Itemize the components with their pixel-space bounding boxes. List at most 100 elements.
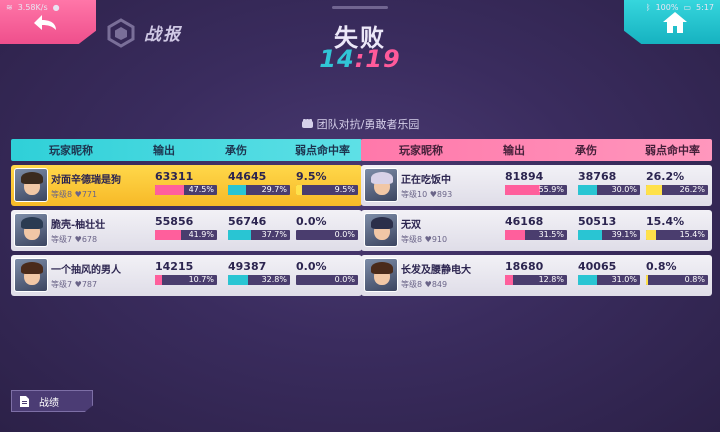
col-damage-taken: 承伤 (575, 144, 597, 157)
team-right-table: 玩家昵称 输出 承伤 弱点命中率 正在吃饭中 等级10 ♥893 81894 5 (361, 139, 712, 296)
battery-level: 100% (655, 2, 679, 12)
player-name: 无双 (401, 220, 421, 231)
shield-power-icon: ♥ (74, 280, 82, 289)
player-level: 等级10 ♥893 (401, 190, 453, 199)
stat-damage-taken: 44645 29.7% (228, 170, 296, 195)
player-avatar[interactable] (364, 258, 398, 292)
player-level: 等级8 ♥771 (51, 190, 98, 199)
stat-output: 81894 55.9% (505, 170, 573, 195)
stat-damage-taken: 49387 32.8% (228, 260, 296, 285)
player-info: 正在吃饭中 等级10 ♥893 (401, 171, 505, 200)
stat-damage-taken: 56746 37.7% (228, 215, 296, 240)
output-bar: 55.9% (505, 185, 567, 195)
damage-taken-bar: 39.1% (578, 230, 640, 240)
player-name: 脆壳-柚壮壮 (51, 220, 106, 231)
player-info: 长发及腰静电大 等级8 ♥849 (401, 261, 505, 290)
damage-taken-bar: 29.7% (228, 185, 290, 195)
stat-output: 55856 41.9% (155, 215, 223, 240)
player-row[interactable]: 长发及腰静电大 等级8 ♥849 18680 12.8% 40065 31.0% (361, 255, 712, 296)
output-bar: 12.8% (505, 275, 567, 285)
match-timer: 14:19 (319, 45, 401, 73)
player-level: 等级7 ♥787 (51, 280, 98, 289)
player-row[interactable]: 正在吃饭中 等级10 ♥893 81894 55.9% 38768 30.0% (361, 165, 712, 206)
col-player-name: 玩家昵称 (49, 144, 93, 157)
stat-damage-taken: 50513 39.1% (578, 215, 646, 240)
player-name: 长发及腰静电大 (401, 265, 471, 276)
weakpoint-bar: 0.8% (646, 275, 708, 285)
avatar-hair (371, 217, 393, 229)
col-output: 输出 (503, 144, 525, 157)
player-row[interactable]: 脆壳-柚壮壮 等级7 ♥678 55856 41.9% 56746 37.7% (11, 210, 362, 251)
stat-damage-taken: 38768 30.0% (578, 170, 646, 195)
battle-record-button[interactable]: 战绩 (11, 390, 93, 412)
damage-taken-bar: 31.0% (578, 275, 640, 285)
output-bar: 31.5% (505, 230, 567, 240)
damage-taken-bar: 30.0% (578, 185, 640, 195)
player-level: 等级8 ♥910 (401, 235, 448, 244)
battle-record-label: 战绩 (39, 397, 59, 409)
game-mode-label: 团队对抗/勇敢者乐园 (316, 118, 420, 131)
player-name: 对面辛德瑞是狗 (51, 175, 121, 186)
output-bar: 41.9% (155, 230, 217, 240)
player-name: 正在吃饭中 (401, 175, 451, 186)
output-bar: 10.7% (155, 275, 217, 285)
notification-icon: ● (52, 2, 60, 12)
shield-power-icon: ♥ (424, 235, 432, 244)
player-row[interactable]: 对面辛德瑞是狗 等级8 ♥771 63311 47.5% 44645 29.7% (11, 165, 362, 206)
player-avatar[interactable] (14, 258, 48, 292)
player-avatar[interactable] (14, 168, 48, 202)
col-weakpoint-rate: 弱点命中率 (645, 144, 700, 157)
avatar-hair (371, 262, 393, 274)
player-avatar[interactable] (14, 213, 48, 247)
page-title: 战报 (144, 25, 182, 45)
col-player-name: 玩家昵称 (399, 144, 443, 157)
document-icon (20, 395, 29, 407)
stat-weakpoint-rate: 0.0% 0.0% (296, 260, 364, 285)
avatar-hair (21, 172, 43, 184)
col-damage-taken: 承伤 (225, 144, 247, 157)
weakpoint-bar: 26.2% (646, 185, 708, 195)
shield-power-icon: ♥ (74, 190, 82, 199)
output-bar: 47.5% (155, 185, 217, 195)
table-header: 玩家昵称 输出 承伤 弱点命中率 (361, 139, 712, 161)
avatar-hair (371, 172, 393, 184)
col-weakpoint-rate: 弱点命中率 (295, 144, 350, 157)
stat-weakpoint-rate: 15.4% 15.4% (646, 215, 714, 240)
battery-icon: ▭ (683, 2, 692, 12)
damage-taken-bar: 37.7% (228, 230, 290, 240)
player-name: 一个抽风的男人 (51, 265, 121, 276)
player-info: 一个抽风的男人 等级7 ♥787 (51, 261, 155, 290)
player-row[interactable]: 无双 等级8 ♥910 46168 31.5% 50513 39.1% 15.4… (361, 210, 712, 251)
player-level: 等级7 ♥678 (51, 235, 98, 244)
player-avatar[interactable] (364, 213, 398, 247)
team-left-table: 玩家昵称 输出 承伤 弱点命中率 对面辛德瑞是狗 等级8 ♥771 63311 (11, 139, 362, 296)
stat-weakpoint-rate: 0.8% 0.8% (646, 260, 714, 285)
table-header: 玩家昵称 输出 承伤 弱点命中率 (11, 139, 362, 161)
shield-power-icon: ♥ (424, 280, 432, 289)
weakpoint-bar: 15.4% (646, 230, 708, 240)
stat-weakpoint-rate: 9.5% 9.5% (296, 170, 364, 195)
player-info: 脆壳-柚壮壮 等级7 ♥678 (51, 216, 155, 245)
avatar-hair (21, 217, 43, 229)
status-bar: ≋ 3.58K/s ● ᛒ 100% ▭ 5:17 (0, 0, 720, 14)
weakpoint-bar: 9.5% (296, 185, 358, 195)
stat-damage-taken: 40065 31.0% (578, 260, 646, 285)
stat-weakpoint-rate: 26.2% 26.2% (646, 170, 714, 195)
network-speed: 3.58K/s (17, 2, 48, 12)
stat-output: 63311 47.5% (155, 170, 223, 195)
damage-taken-bar: 32.8% (228, 275, 290, 285)
clock: 5:17 (696, 2, 714, 12)
stat-output: 18680 12.8% (505, 260, 573, 285)
wifi-icon: ≋ (6, 2, 13, 12)
player-row[interactable]: 一个抽风的男人 等级7 ♥787 14215 10.7% 49387 32.8% (11, 255, 362, 296)
bluetooth-icon: ᛒ (645, 2, 651, 12)
col-output: 输出 (153, 144, 175, 157)
stat-output: 46168 31.5% (505, 215, 573, 240)
game-logo-icon (107, 18, 135, 48)
player-info: 对面辛德瑞是狗 等级8 ♥771 (51, 171, 155, 200)
player-avatar[interactable] (364, 168, 398, 202)
stat-weakpoint-rate: 0.0% 0.0% (296, 215, 364, 240)
shield-power-icon: ♥ (74, 235, 82, 244)
back-arrow-icon (34, 15, 56, 30)
game-mode: 团队对抗/勇敢者乐园 (0, 116, 720, 132)
